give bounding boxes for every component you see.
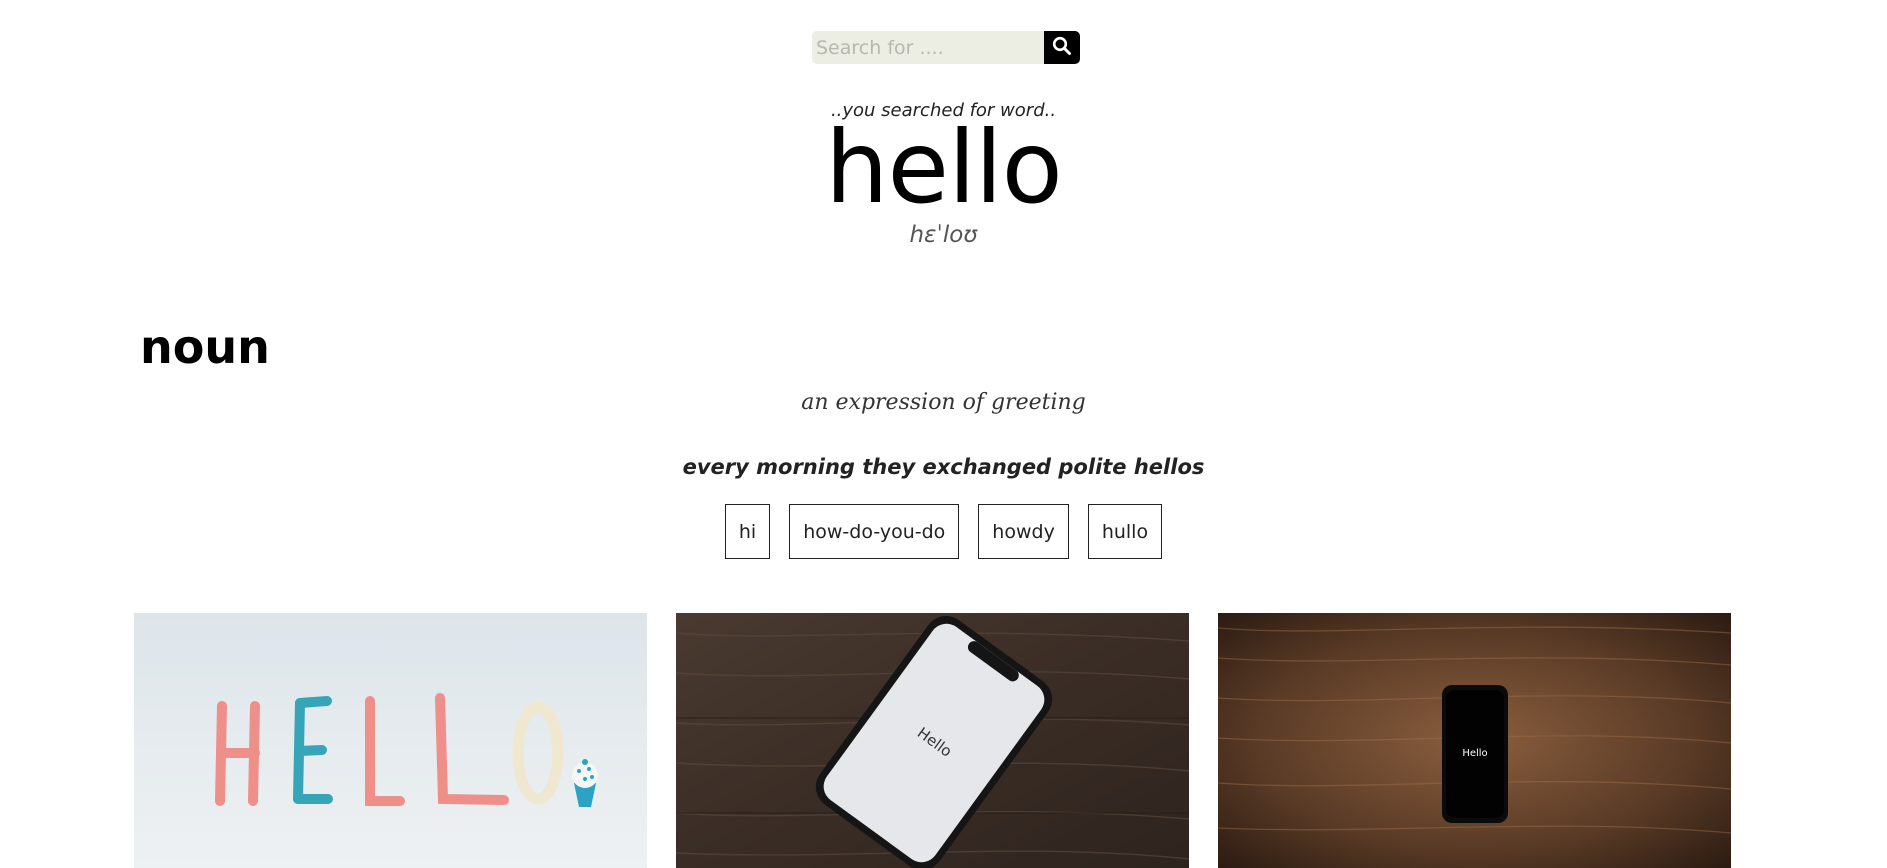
search-button[interactable] — [1044, 31, 1080, 64]
phone-hello-image[interactable]: Hello — [676, 613, 1189, 868]
synonym-list: hi how-do-you-do howdy hullo — [0, 504, 1887, 559]
search-bar — [812, 31, 1080, 64]
synonym-chip[interactable]: howdy — [978, 504, 1069, 559]
synonym-chip[interactable]: hi — [724, 504, 771, 559]
definition: an expression of greeting — [801, 390, 1086, 415]
synonym-chip[interactable]: hullo — [1087, 504, 1163, 559]
image-gallery: Hello Hello — [134, 613, 1731, 868]
headword: hello — [825, 109, 1063, 226]
page: ..you searched for word.. hello hɛˈloʊ n… — [0, 0, 1887, 868]
synonym-chip[interactable]: how-do-you-do — [789, 504, 960, 559]
part-of-speech: noun — [140, 320, 270, 374]
phonetic: hɛˈloʊ — [909, 222, 978, 248]
hello-clay-letters-image[interactable] — [134, 613, 647, 868]
search-input[interactable] — [812, 31, 1044, 64]
example-sentence: every morning they exchanged polite hell… — [682, 455, 1205, 479]
search-icon — [1052, 36, 1072, 59]
dark-phone-hello-text: Hello — [1462, 748, 1487, 759]
phone-hello-dark-image[interactable]: Hello — [1218, 613, 1731, 868]
